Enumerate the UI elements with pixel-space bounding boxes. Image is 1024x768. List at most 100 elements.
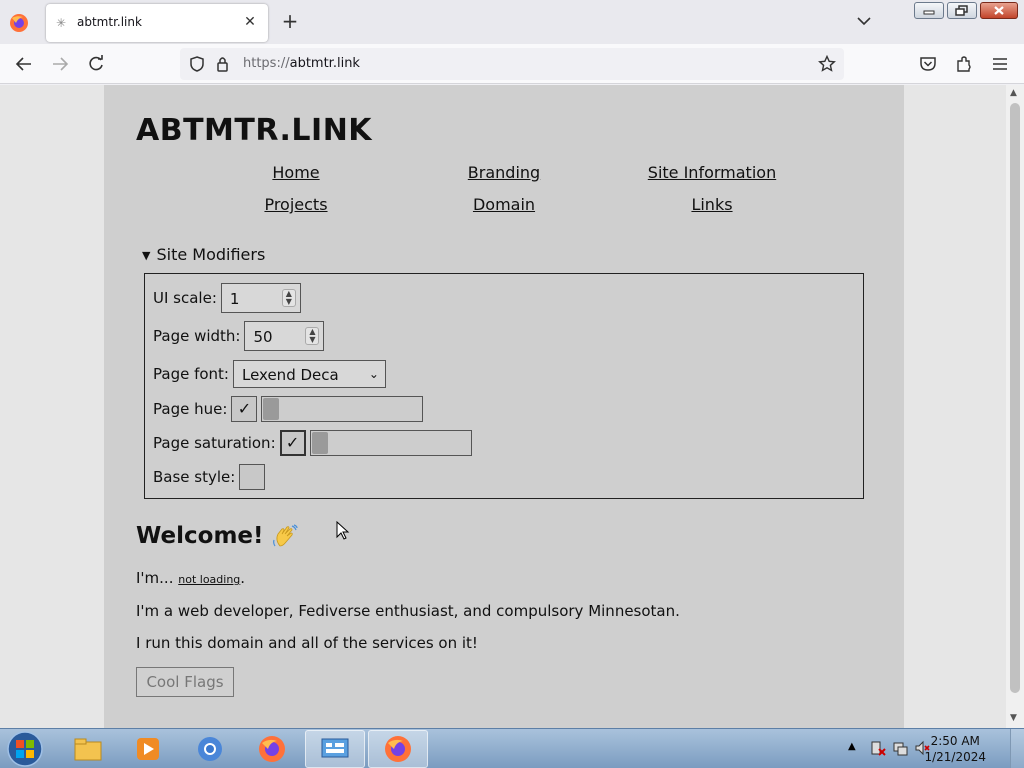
taskbar-chrome[interactable] <box>180 730 240 768</box>
taskbar-control-panel[interactable] <box>305 730 365 768</box>
taskbar-media-player[interactable] <box>118 730 178 768</box>
chevron-down-icon: ⌄ <box>368 367 379 381</box>
tab-title: abtmtr.link <box>77 15 142 29</box>
ui-scale-spinner-icon[interactable]: ▲ ▼ <box>281 289 296 307</box>
restore-button[interactable] <box>947 2 977 19</box>
tray-expand-icon[interactable]: ▲ <box>848 741 856 752</box>
taskbar-firefox-active[interactable] <box>368 730 428 768</box>
nav-link-projects[interactable]: Projects <box>192 195 400 214</box>
media-player-icon <box>137 738 159 760</box>
im-prefix: I'm... <box>136 569 174 587</box>
new-tab-button[interactable]: + <box>279 10 301 32</box>
close-icon <box>994 6 1004 15</box>
page-hue-slider-handle[interactable] <box>263 398 280 420</box>
page-width-input[interactable]: 50 ▲ ▼ <box>244 321 325 351</box>
page-font-select[interactable]: Lexend Deca ⌄ <box>232 360 386 388</box>
lock-icon[interactable] <box>214 55 232 73</box>
intro-line-1: I'm a web developer, Fediverse enthusias… <box>136 602 680 620</box>
show-desktop-button[interactable] <box>1010 729 1024 768</box>
check-icon: ✓ <box>237 399 252 418</box>
extensions-button[interactable] <box>952 53 976 75</box>
windows-start-icon[interactable] <box>5 730 45 768</box>
page-saturation-label: Page saturation: <box>153 434 276 452</box>
scroll-up-icon[interactable]: ▲ <box>1010 88 1017 98</box>
im-status-link[interactable]: not loading <box>178 573 240 586</box>
disclosure-triangle-icon: ▼ <box>142 249 151 262</box>
back-icon <box>15 57 31 71</box>
site-nav: Home Branding Site Information Projects … <box>192 163 816 214</box>
chevron-down-icon[interactable] <box>853 10 875 32</box>
scrollbar-thumb[interactable] <box>1010 103 1020 693</box>
url-scheme: https:// <box>243 56 290 71</box>
base-style-row: Base style: <box>153 464 266 490</box>
page-content: ABTMTR.LINK Home Branding Site Informati… <box>104 85 904 728</box>
base-style-label: Base style: <box>153 468 236 486</box>
page-hue-row: Page hue: ✓ <box>153 396 424 422</box>
network-icon[interactable] <box>892 740 908 756</box>
taskbar-explorer[interactable] <box>58 730 118 768</box>
pocket-icon <box>920 57 936 71</box>
page-width-spinner-icon[interactable]: ▲ ▼ <box>305 327 320 345</box>
page-viewport: ABTMTR.LINK Home Branding Site Informati… <box>0 85 1006 728</box>
action-center-icon[interactable] <box>870 740 886 756</box>
ui-scale-input[interactable]: 1 ▲ ▼ <box>220 283 301 313</box>
menu-icon <box>993 58 1007 70</box>
firefox-icon[interactable] <box>8 12 30 34</box>
forward-icon <box>53 57 69 71</box>
ui-scale-label: UI scale: <box>153 289 217 307</box>
app-menu-button[interactable] <box>988 53 1012 75</box>
star-icon[interactable] <box>818 55 836 73</box>
close-tab-icon[interactable]: ✕ <box>240 12 260 32</box>
site-modifiers-toggle[interactable]: ▼ Site Modifiers <box>142 245 265 264</box>
nav-link-domain[interactable]: Domain <box>400 195 608 214</box>
restore-icon <box>955 4 968 16</box>
check-icon: ✓ <box>285 433 300 452</box>
page-saturation-checkbox[interactable]: ✓ <box>279 430 306 456</box>
taskbar: ▲ 2:50 AM 1/21/2024 <box>0 728 1024 768</box>
back-button[interactable] <box>12 53 36 75</box>
clock-time: 2:50 AM <box>930 734 980 748</box>
vertical-scrollbar[interactable]: ▲ ▼ <box>1006 85 1024 728</box>
navigation-toolbar: https://abtmtr.link <box>0 44 1024 84</box>
site-favicon-icon: ✳ <box>56 16 67 30</box>
nav-link-links[interactable]: Links <box>608 195 816 214</box>
firefox-icon <box>259 736 285 762</box>
shield-icon[interactable] <box>188 55 206 73</box>
page-saturation-slider-handle[interactable] <box>311 432 328 454</box>
page-font-value: Lexend Deca <box>241 366 339 384</box>
reload-button[interactable] <box>84 53 108 75</box>
site-modifiers-panel: UI scale: 1 ▲ ▼ Page width: 50 ▲ ▼ Page fo… <box>144 273 864 499</box>
system-clock[interactable]: 2:50 AM 1/21/2024 <box>924 733 986 765</box>
clock-date: 1/21/2024 <box>924 750 986 764</box>
page-font-row: Page font: Lexend Deca ⌄ <box>153 360 386 388</box>
ui-scale-value: 1 <box>229 290 240 308</box>
tab-active[interactable]: ✳ abtmtr.link ✕ <box>46 4 268 42</box>
base-style-checkbox[interactable] <box>239 464 266 490</box>
url-text[interactable]: https://abtmtr.link <box>243 56 360 71</box>
explorer-icon <box>74 738 102 761</box>
forward-button[interactable] <box>48 53 72 75</box>
site-modifiers-summary: Site Modifiers <box>156 245 266 264</box>
cool-flags-button[interactable]: Cool Flags <box>136 667 234 697</box>
welcome-heading-text: Welcome! <box>136 523 264 549</box>
im-line: I'm... not loading. <box>136 569 245 587</box>
page-saturation-slider[interactable] <box>309 430 472 456</box>
nav-link-site-information[interactable]: Site Information <box>608 163 816 182</box>
minimize-icon <box>923 10 935 14</box>
minimize-button[interactable] <box>914 2 944 19</box>
page-hue-checkbox[interactable]: ✓ <box>231 396 258 422</box>
welcome-heading: Welcome! <box>136 523 298 550</box>
window-controls <box>914 2 1018 20</box>
system-tray: ▲ 2:50 AM 1/21/2024 <box>834 729 1024 768</box>
chrome-icon <box>198 737 222 761</box>
page-hue-slider[interactable] <box>261 396 424 422</box>
scroll-down-icon[interactable]: ▼ <box>1010 713 1017 723</box>
control-panel-icon <box>321 738 349 758</box>
taskbar-firefox[interactable] <box>242 730 302 768</box>
nav-link-branding[interactable]: Branding <box>400 163 608 182</box>
nav-link-home[interactable]: Home <box>192 163 400 182</box>
address-bar[interactable]: https://abtmtr.link <box>180 48 844 80</box>
wave-emoji-icon <box>272 523 298 546</box>
pocket-button[interactable] <box>916 53 940 75</box>
close-window-button[interactable] <box>980 2 1018 19</box>
